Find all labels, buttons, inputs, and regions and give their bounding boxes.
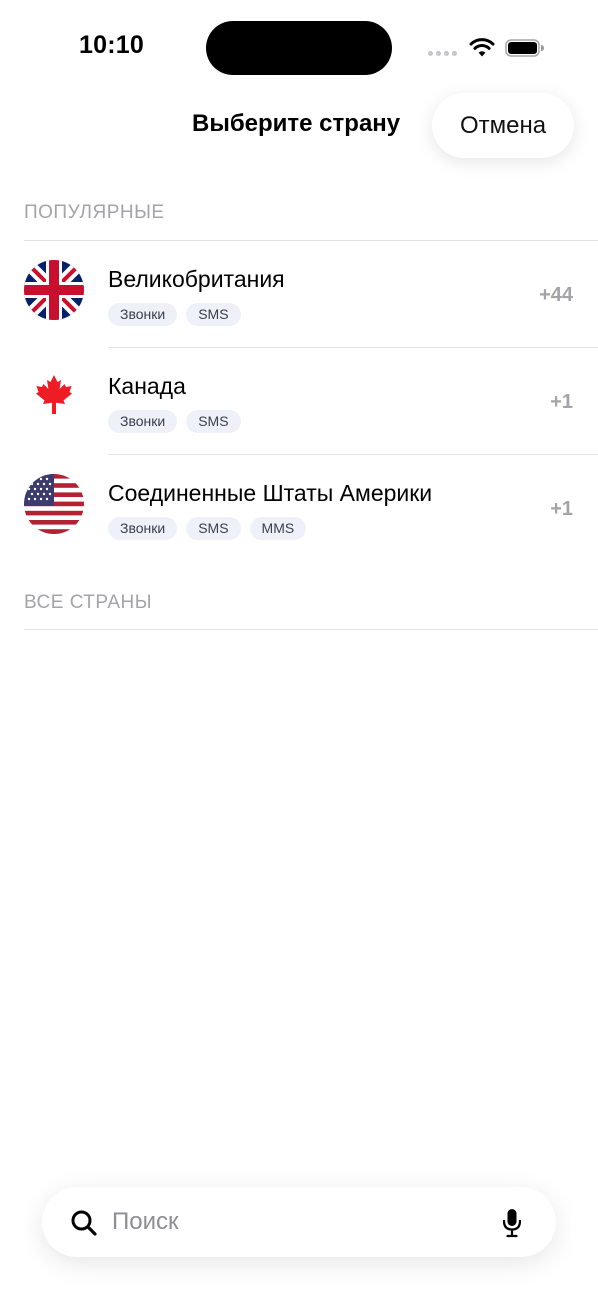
capability-tags: Звонки SMS MMS: [108, 517, 307, 540]
capability-tags: Звонки SMS: [108, 303, 241, 326]
country-name: Великобритания: [108, 266, 285, 292]
tag-mms: MMS: [249, 517, 307, 540]
country-name: Соединенные Штаты Америки: [108, 480, 433, 506]
microphone-icon[interactable]: [502, 1208, 522, 1238]
tag-sms: SMS: [186, 303, 241, 326]
cellular-signal-icon: [428, 51, 457, 56]
page-title: Выберите страну: [192, 110, 401, 137]
dial-code: +1: [550, 498, 573, 520]
search-bar: [42, 1187, 556, 1257]
divider: [24, 629, 598, 630]
usa-flag-icon: [24, 474, 84, 534]
country-row-usa[interactable]: Соединенные Штаты Америки Звонки SMS MMS…: [0, 455, 598, 561]
status-time: 10:10: [79, 31, 144, 59]
uk-flag-icon: [24, 260, 84, 320]
country-row-uk[interactable]: Великобритания Звонки SMS +44: [0, 241, 598, 347]
dial-code: +44: [539, 284, 573, 306]
dynamic-island: [206, 21, 392, 75]
battery-icon: [505, 39, 544, 57]
search-input[interactable]: [112, 1203, 482, 1241]
tag-calls: Звонки: [108, 517, 178, 540]
section-header-all-countries: ВСЕ СТРАНЫ: [24, 592, 153, 613]
capability-tags: Звонки SMS: [108, 410, 241, 433]
country-name: Канада: [108, 373, 186, 399]
wifi-icon: [469, 38, 495, 57]
cancel-button[interactable]: Отмена: [432, 93, 574, 158]
tag-calls: Звонки: [108, 410, 178, 433]
dial-code: +1: [550, 391, 573, 413]
tag-sms: SMS: [186, 410, 241, 433]
section-header-popular: ПОПУЛЯРНЫЕ: [24, 202, 165, 223]
canada-flag-icon: [24, 367, 84, 427]
tag-sms: SMS: [186, 517, 241, 540]
country-row-canada[interactable]: Канада Звонки SMS +1: [0, 348, 598, 454]
tag-calls: Звонки: [108, 303, 178, 326]
search-icon: [71, 1210, 97, 1236]
